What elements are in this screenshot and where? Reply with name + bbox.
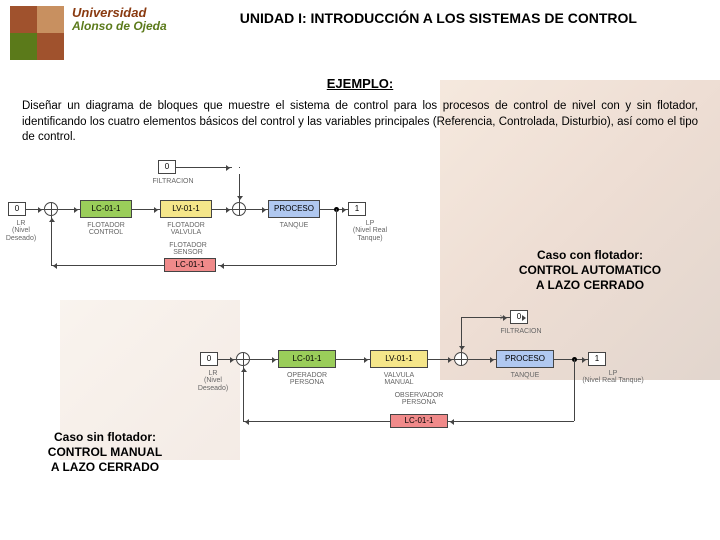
disturb-value: 0 — [158, 160, 176, 174]
uni-line2: Alonso de Ojeda — [72, 20, 167, 33]
lc-label: OPERADOR PERSONA — [278, 372, 336, 387]
caption-manual: Caso sin flotador: CONTROL MANUAL A LAZO… — [30, 430, 180, 475]
proc-block: PROCESO — [496, 350, 554, 368]
lc-block: LC-01-1 — [278, 350, 336, 368]
input-value: 0 — [8, 202, 26, 216]
input-label: LR (Nivel Deseado) — [4, 220, 38, 243]
proc-label: TANQUE — [268, 222, 320, 230]
page-title: UNIDAD I: INTRODUCCIÓN A LOS SISTEMAS DE… — [167, 6, 710, 26]
lv-label: FLOTADOR VALVULA — [160, 222, 212, 237]
sensor-block: LC-01-1 — [164, 258, 216, 272]
input-label: LR (Nivel Deseado) — [196, 370, 230, 393]
lc-label: FLOTADOR CONTROL — [80, 222, 132, 237]
sum-junction-2 — [454, 352, 468, 366]
lv-block: LV-01-1 — [370, 350, 428, 368]
lc-block: LC-01-1 — [80, 200, 132, 218]
output-value: 1 — [588, 352, 606, 366]
lv-label: VALVULA MANUAL — [370, 372, 428, 387]
university-name: Universidad Alonso de Ojeda — [72, 6, 167, 33]
output-value: 1 — [348, 202, 366, 216]
sensor-block: LC-01-1 — [390, 414, 448, 428]
diagram-closed-loop-manual: 0 FILTRACION > 0 LR (Nivel Deseado) LC-0… — [200, 310, 712, 440]
sum-junction-2 — [232, 202, 246, 216]
uni-line1: Universidad — [72, 6, 167, 20]
proc-label: TANQUE — [496, 372, 554, 380]
university-logo — [10, 6, 64, 60]
body-text: Diseñar un diagrama de bloques que muest… — [0, 99, 720, 146]
input-value: 0 — [200, 352, 218, 366]
sensor-label: OBSERVADOR PERSONA — [386, 392, 452, 407]
lv-block: LV-01-1 — [160, 200, 212, 218]
output-label: LP (Nivel Real Tanque) — [340, 220, 400, 243]
sum-junction-1 — [44, 202, 58, 216]
disturb-label: FILTRACION — [148, 178, 198, 186]
caption-auto: Caso con flotador: CONTROL AUTOMATICO A … — [500, 248, 680, 293]
subtitle: EJEMPLO: — [0, 76, 720, 91]
sum-junction-1 — [236, 352, 250, 366]
output-label: LP (Nivel Real Tanque) — [580, 370, 646, 385]
header: Universidad Alonso de Ojeda UNIDAD I: IN… — [0, 0, 720, 66]
proc-block: PROCESO — [268, 200, 320, 218]
sensor-label: FLOTADOR SENSOR — [158, 242, 218, 257]
disturb-label: FILTRACION — [496, 328, 546, 336]
